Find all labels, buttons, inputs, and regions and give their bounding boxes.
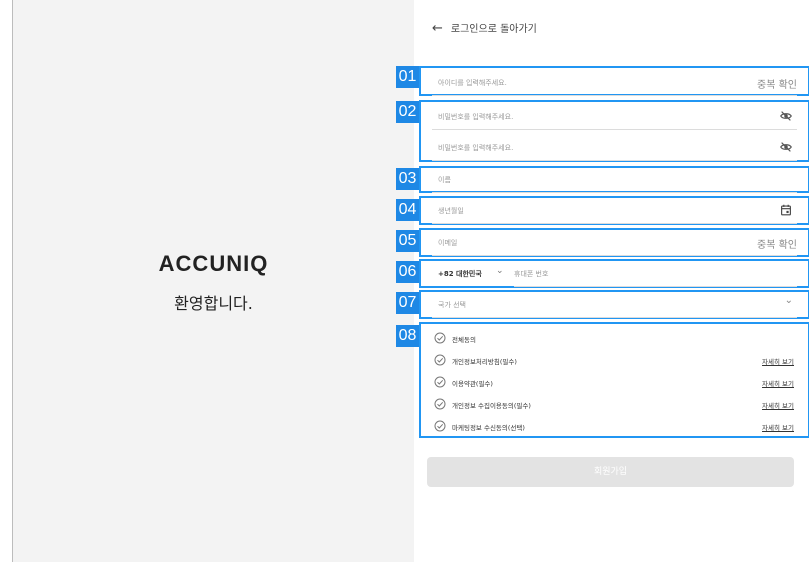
check-circle-icon[interactable]: [434, 332, 446, 344]
marker-08: 08: [396, 325, 419, 347]
signup-button[interactable]: 회원가입: [427, 457, 794, 487]
birthdate-placeholder: 생년월일: [438, 207, 464, 215]
eye-off-icon[interactable]: [779, 109, 793, 123]
agreement-item[interactable]: 개인정보 수집이용동의(필수) 자세히 보기: [432, 397, 798, 413]
agreement-item[interactable]: 마케팅정보 수신동의(선택) 자세히 보기: [432, 419, 798, 435]
agreement-label: 개인정보 수집이용동의(필수): [452, 402, 531, 410]
id-duplicate-check-button[interactable]: 중복 확인: [757, 76, 797, 91]
agreement-label: 이용약관(필수): [452, 380, 493, 388]
back-to-login-label: 로그인으로 돌아가기: [450, 24, 537, 35]
phone-row: +82 대한민국 ⌄ 휴대폰 번호: [432, 261, 797, 287]
country-select[interactable]: 국가 선택 ⌄: [432, 292, 797, 318]
agreement-item[interactable]: 이용약관(필수) 자세히 보기: [432, 375, 798, 391]
welcome-text: 환영합니다.: [174, 294, 253, 313]
accuniq-logo: ACCUNIQ: [158, 251, 269, 276]
agree-all-label: 전체동의: [452, 336, 476, 344]
password-placeholder: 비밀번호를 입력해주세요.: [438, 113, 514, 121]
marker-07: 07: [396, 292, 419, 314]
marker-04: 04: [396, 199, 419, 221]
arrow-left-icon: ←: [432, 21, 443, 36]
marker-03: 03: [396, 168, 419, 190]
phone-number-input[interactable]: 휴대폰 번호: [514, 261, 797, 287]
marker-06: 06: [396, 261, 419, 283]
check-circle-icon[interactable]: [434, 376, 446, 388]
name-field[interactable]: 이름: [432, 167, 797, 193]
password-confirm-placeholder: 비밀번호를 입력해주세요.: [438, 144, 514, 152]
marker-05: 05: [396, 230, 419, 252]
birthdate-field[interactable]: 생년월일: [432, 198, 797, 224]
agreement-label: 개인정보처리방침(필수): [452, 358, 517, 366]
back-to-login-link[interactable]: ← 로그인으로 돌아가기: [432, 20, 537, 36]
id-placeholder: 아이디를 입력해주세요.: [438, 79, 507, 87]
name-placeholder: 이름: [438, 176, 451, 184]
email-placeholder: 이메일: [438, 239, 458, 247]
view-details-link[interactable]: 자세히 보기: [762, 422, 794, 432]
id-field[interactable]: 아이디를 입력해주세요. 중복 확인: [432, 70, 797, 96]
email-duplicate-check-button[interactable]: 중복 확인: [757, 236, 797, 251]
marker-02: 02: [396, 101, 419, 123]
country-placeholder: 국가 선택: [438, 301, 466, 309]
eye-off-icon[interactable]: [779, 140, 793, 154]
agree-all-item[interactable]: 전체동의: [432, 331, 798, 347]
password-confirm-field[interactable]: 비밀번호를 입력해주세요.: [432, 135, 797, 161]
agreement-item[interactable]: 개인정보처리방침(필수) 자세히 보기: [432, 353, 798, 369]
country-code-select[interactable]: +82 대한민국: [438, 269, 482, 279]
email-field[interactable]: 이메일 중복 확인: [432, 230, 797, 256]
branding-panel: ACCUNIQ 환영합니다.: [12, 0, 414, 562]
marker-01: 01: [396, 66, 419, 88]
calendar-icon[interactable]: [779, 203, 793, 217]
phone-placeholder: 휴대폰 번호: [514, 270, 549, 278]
check-circle-icon[interactable]: [434, 420, 446, 432]
view-details-link[interactable]: 자세히 보기: [762, 356, 794, 366]
chevron-down-icon[interactable]: ⌄: [496, 266, 504, 276]
view-details-link[interactable]: 자세히 보기: [762, 378, 794, 388]
password-field[interactable]: 비밀번호를 입력해주세요.: [432, 104, 797, 130]
check-circle-icon[interactable]: [434, 398, 446, 410]
chevron-down-icon: ⌄: [784, 295, 793, 306]
check-circle-icon[interactable]: [434, 354, 446, 366]
view-details-link[interactable]: 자세히 보기: [762, 400, 794, 410]
agreement-label: 마케팅정보 수신동의(선택): [452, 424, 525, 432]
